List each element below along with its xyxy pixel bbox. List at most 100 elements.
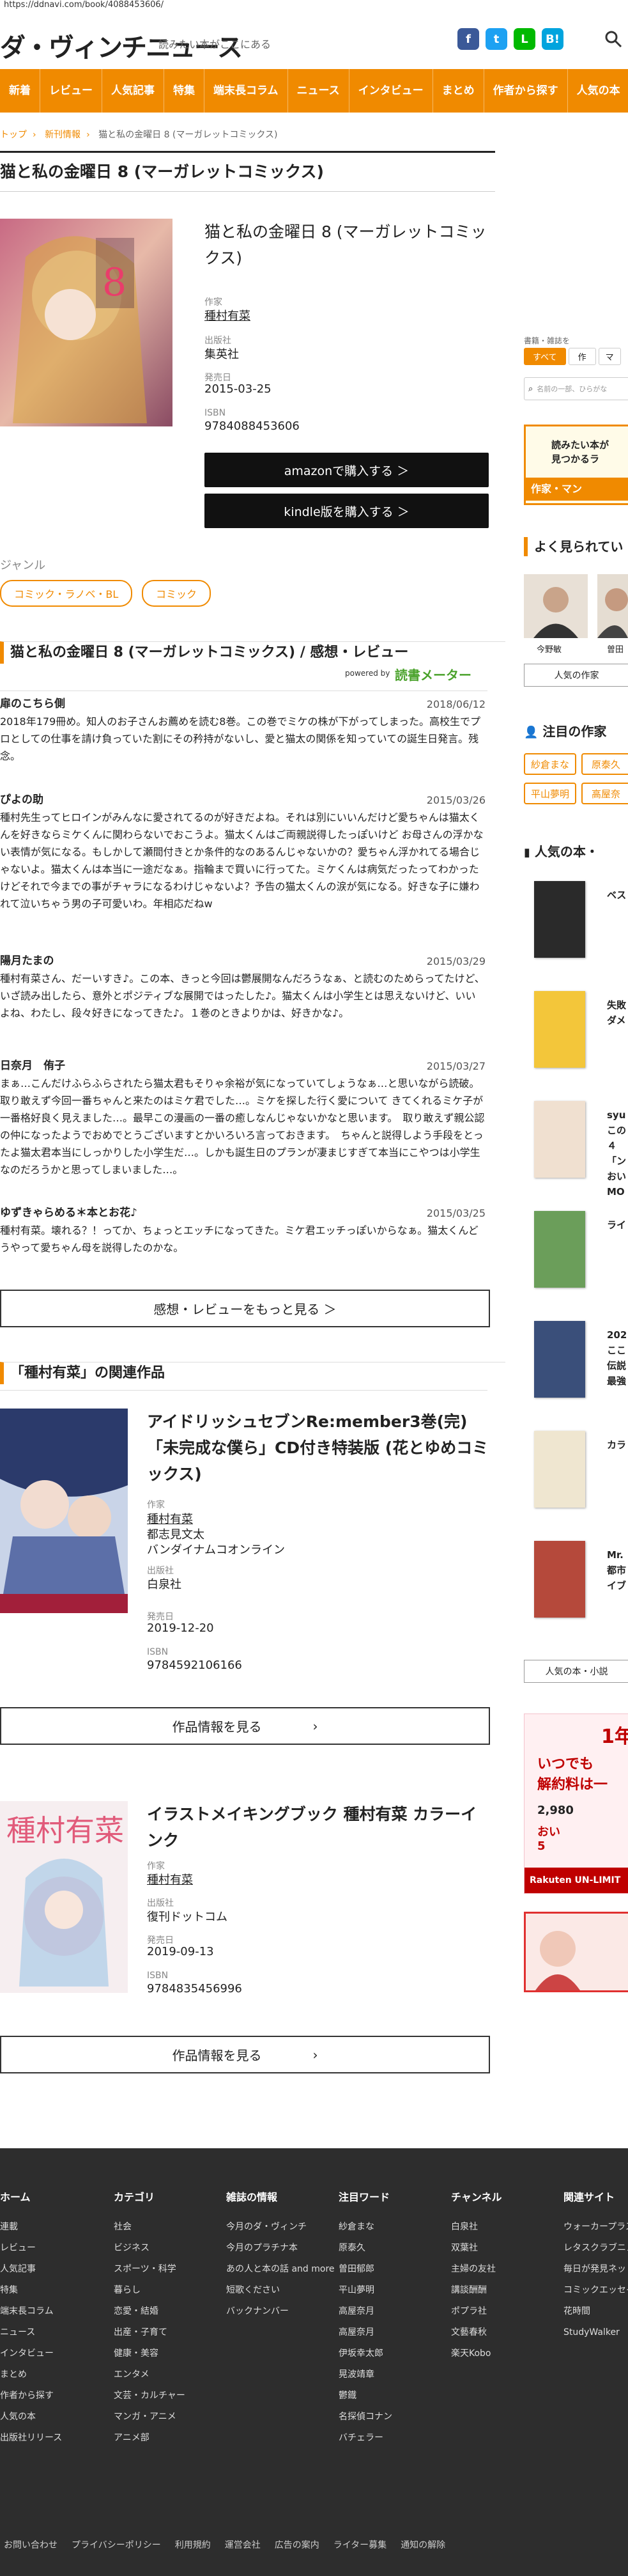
footer-bottom-link[interactable]: 通知の解除 [401,2538,445,2551]
footer-link[interactable]: 今月のダ・ヴィンチ [226,2217,335,2238]
footer-link[interactable]: 講談酬酬 [451,2280,502,2301]
author-link[interactable]: 種村有菜 [204,307,250,324]
sidebar-ad-2[interactable] [524,1912,628,1992]
footer-link[interactable]: 連載 [0,2217,62,2238]
footer-link[interactable]: 社会 [114,2217,185,2238]
related-author-2a[interactable]: 種村有菜 [147,1871,193,1887]
sidebar-book-cover[interactable] [534,991,585,1068]
footer-link[interactable]: 人気記事 [0,2259,62,2280]
sidebar-book-title[interactable]: ベス [607,887,628,903]
footer-bottom-link[interactable]: 運営会社 [225,2538,261,2551]
sidebar-book-cover[interactable] [534,881,585,958]
related-cover-1[interactable] [0,1409,128,1613]
footer-link[interactable]: 名探偵コナン [339,2407,392,2428]
sidebar-book-cover[interactable] [534,1431,585,1508]
footer-bottom-link[interactable]: 利用規約 [175,2538,211,2551]
search-tab-all[interactable]: すべて [524,348,566,365]
footer-link[interactable]: 双葉社 [451,2238,502,2259]
footer-bottom-link[interactable]: 広告の案内 [275,2538,319,2551]
footer-link[interactable]: 曽田郁郎 [339,2259,392,2280]
review-author[interactable]: 扉のこちら側 [0,696,486,713]
footer-link[interactable]: 健康・美容 [114,2343,185,2364]
sidebar-book-title[interactable]: 202 ここ 伝説 最強 [607,1327,628,1389]
search-icon[interactable] [604,29,623,49]
footer-link[interactable]: 晃波靖章 [339,2364,392,2385]
watch-tag-2[interactable]: 原泰久 [581,753,628,775]
sidebar-search-input[interactable]: ⌕ 名前の一部、ひらがな [524,377,628,400]
footer-link[interactable]: 文芸・カルチャー [114,2385,185,2407]
review-author[interactable]: ゆずきゃらめる＊本とお花♪ [0,1205,486,1222]
nav-item-6[interactable]: インタビュー [349,69,433,113]
footer-link[interactable]: 楽天Kobo [451,2343,502,2364]
footer-link[interactable]: 鬱鐡 [339,2385,392,2407]
footer-link[interactable]: レビュー [0,2238,62,2259]
kindle-buy-button[interactable]: kindle版を購入する ＞ [204,494,489,528]
sidebar-ad-rakuten[interactable]: 1年 いつでも 解約料は一 2,980 おい 5 Rakuten UN-LIMI… [524,1713,628,1894]
footer-link[interactable]: 人気の本 [0,2407,62,2428]
watch-tag-4[interactable]: 高屋奈 [581,783,628,804]
related-info-button-1[interactable]: 作品情報を見る › [0,1707,490,1745]
review-author[interactable]: 日奈月 侑子 [0,1058,486,1075]
sidebar-books-more[interactable]: 人気の本・小説 [524,1660,628,1683]
footer-link[interactable]: 出産・子育て [114,2322,185,2343]
sidebar-banner[interactable]: 読みたい本が 見つかるラ 作家・マン [524,425,628,505]
nav-item-1[interactable]: レビュー [40,69,102,113]
book-cover-image[interactable]: 8 [0,219,172,426]
watch-tag-3[interactable]: 平山夢明 [524,783,576,804]
footer-link[interactable]: 原泰久 [339,2238,392,2259]
sidebar-book-title[interactable]: ライ [607,1217,628,1233]
footer-link[interactable]: 平山夢明 [339,2280,392,2301]
related-author-1c[interactable]: バンダイナムコオンライン [147,1541,285,1557]
footer-link[interactable]: 短歌ください [226,2280,335,2301]
footer-link[interactable]: アニメ部 [114,2428,185,2449]
footer-link[interactable]: 恋愛・結婚 [114,2301,185,2322]
sidebar-book-cover[interactable] [534,1321,585,1398]
related-title-2[interactable]: イラストメイキングブック 種村有菜 カラーインク [147,1801,492,1854]
genre-tag-comic-lightnovel[interactable]: コミック・ラノベ・BL [0,580,133,607]
footer-link[interactable]: バックナンバー [226,2301,335,2322]
line-icon[interactable]: L [514,28,535,50]
footer-link[interactable]: 紗倉まな [339,2217,392,2238]
related-cover-2[interactable]: 種村有菜 [0,1801,128,1993]
footer-link[interactable]: コミックエッセイ劇場 [563,2280,628,2301]
related-title-1[interactable]: アイドリッシュセブンRe:member3巻(完)「未完成な僕ら」CD付き特装版 … [147,1409,492,1487]
search-tab-author[interactable]: 作 [568,348,596,365]
bookmeter-logo[interactable]: 読書メーター [395,665,471,683]
footer-link[interactable]: 高屋奈月 [339,2322,392,2343]
search-tab-manga[interactable]: マ [598,348,621,365]
sidebar-book-title[interactable]: syu この ４ 「ン おい MO [607,1107,628,1199]
review-author[interactable]: 陽月たまの [0,953,486,970]
footer-link[interactable]: ニュース [0,2322,62,2343]
footer-link[interactable]: 伊坂幸太郎 [339,2343,392,2364]
footer-link[interactable]: スポーツ・科学 [114,2259,185,2280]
footer-link[interactable]: 今月のプラチナ本 [226,2238,335,2259]
sidebar-book-title[interactable]: カラ [607,1437,628,1453]
footer-link[interactable]: 特集 [0,2280,62,2301]
breadcrumb-parent[interactable]: 新刊情報 [45,130,80,140]
related-info-button-2[interactable]: 作品情報を見る › [0,2036,490,2073]
nav-item-4[interactable]: 端末長コラム [204,69,288,113]
sidebar-book-cover[interactable] [534,1101,585,1178]
amazon-buy-button[interactable]: amazonで購入する ＞ [204,453,489,487]
popular-authors-more[interactable]: 人気の作家 [524,664,628,687]
footer-link[interactable]: バチェラー [339,2428,392,2449]
nav-item-5[interactable]: ニュース [288,69,349,113]
sidebar-book-cover[interactable] [534,1211,585,1288]
footer-link[interactable]: 出版社リリース [0,2428,62,2449]
twitter-icon[interactable]: t [486,28,507,50]
nav-item-2[interactable]: 人気記事 [102,69,164,113]
footer-link[interactable]: レタスクラブニュース [563,2238,628,2259]
author-photo-1[interactable] [524,574,588,638]
footer-link[interactable]: ビジネス [114,2238,185,2259]
footer-link[interactable]: 作者から探す [0,2385,62,2407]
footer-link[interactable]: インタビュー [0,2343,62,2364]
more-reviews-button[interactable]: 感想・レビューをもっと見る ＞ [0,1290,490,1327]
facebook-icon[interactable]: f [457,28,479,50]
footer-link[interactable]: 毎日が発見ネット [563,2259,628,2280]
sidebar-book-cover[interactable] [534,1541,585,1618]
footer-link[interactable]: まとめ [0,2364,62,2385]
footer-bottom-link[interactable]: お問い合わせ [4,2538,57,2551]
footer-bottom-link[interactable]: プライバシーポリシー [72,2538,161,2551]
footer-link[interactable]: 主婦の友社 [451,2259,502,2280]
footer-link[interactable]: ウォーカープラス [563,2217,628,2238]
